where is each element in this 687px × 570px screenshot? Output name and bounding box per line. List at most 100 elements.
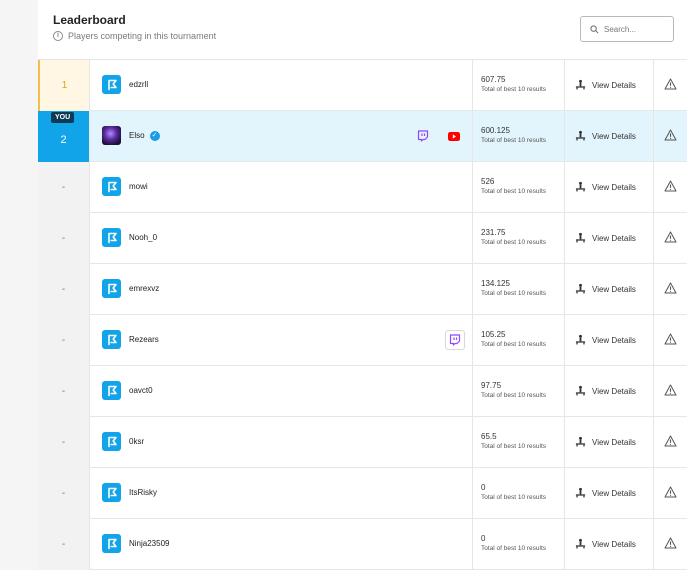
score-cell: 600.125 Total of best 10 results: [472, 111, 565, 162]
report-button[interactable]: [654, 315, 687, 366]
report-button[interactable]: [654, 468, 687, 519]
view-details-button[interactable]: View Details: [565, 468, 654, 519]
score-value: 105.25: [481, 330, 506, 339]
report-button[interactable]: [654, 213, 687, 264]
score-caption: Total of best 10 results: [481, 188, 547, 195]
player-cell[interactable]: Nooh_0: [102, 228, 157, 247]
search-box[interactable]: [580, 16, 674, 42]
rank-cell: -: [38, 162, 90, 213]
score-caption: Total of best 10 results: [481, 290, 547, 297]
twitch-icon[interactable]: [445, 330, 465, 350]
report-button[interactable]: [654, 162, 687, 213]
player-cell[interactable]: Ninja23509: [102, 534, 169, 553]
warning-icon: [664, 281, 677, 299]
player-cell[interactable]: oavct0: [102, 381, 153, 400]
table-row: - Ninja23509 0 Total of best 10 results View…: [38, 519, 687, 570]
view-details-button[interactable]: View Details: [565, 213, 654, 264]
leaderboard-panel: Leaderboard i Players competing in this …: [38, 0, 687, 570]
view-details-button[interactable]: View Details: [565, 111, 654, 162]
player-name[interactable]: edzrll: [129, 80, 148, 89]
app-logo-icon: [102, 75, 121, 94]
rank-cell: 1: [38, 60, 90, 111]
view-details-button[interactable]: View Details: [565, 60, 654, 111]
rank-cell: -: [38, 264, 90, 315]
warning-icon: [664, 332, 677, 350]
view-details-label: View Details: [592, 132, 636, 141]
report-button[interactable]: [654, 519, 687, 570]
score-value: 526: [481, 177, 495, 186]
page-title: Leaderboard: [53, 13, 126, 27]
score-value: 231.75: [481, 228, 506, 237]
view-details-button[interactable]: View Details: [565, 519, 654, 570]
score-cell: 105.25 Total of best 10 results: [472, 315, 565, 366]
warning-icon: [664, 179, 677, 197]
app-logo-icon: [102, 483, 121, 502]
player-cell[interactable]: edzrll: [102, 75, 148, 94]
report-button[interactable]: [654, 417, 687, 468]
view-details-label: View Details: [592, 285, 636, 294]
score-cell: 607.75 Total of best 10 results: [472, 60, 565, 111]
score-cell: 526 Total of best 10 results: [472, 162, 565, 213]
score-cell: 0 Total of best 10 results: [472, 519, 565, 570]
view-details-label: View Details: [592, 336, 636, 345]
rank-cell: -: [38, 366, 90, 417]
warning-icon: [664, 434, 677, 452]
search-input[interactable]: [604, 24, 670, 34]
player-cell[interactable]: 0ksr: [102, 432, 144, 451]
warning-icon: [664, 230, 677, 248]
view-details-button[interactable]: View Details: [565, 366, 654, 417]
app-logo-icon: [102, 432, 121, 451]
podium-icon: [575, 181, 586, 194]
view-details-button[interactable]: View Details: [565, 264, 654, 315]
score-caption: Total of best 10 results: [481, 545, 547, 552]
score-value: 607.75: [481, 75, 506, 84]
report-button[interactable]: [654, 366, 687, 417]
view-details-button[interactable]: View Details: [565, 417, 654, 468]
page-subtitle: i Players competing in this tournament: [53, 31, 216, 41]
app-logo-icon: [102, 330, 121, 349]
warning-icon: [664, 485, 677, 503]
player-name[interactable]: Nooh_0: [129, 233, 157, 242]
table-row: - oavct0 97.75 Total of best 10 results View…: [38, 366, 687, 417]
leaderboard-header: Leaderboard i Players competing in this …: [38, 0, 687, 60]
view-details-button[interactable]: View Details: [565, 315, 654, 366]
player-cell[interactable]: Rezears: [102, 330, 159, 349]
player-cell[interactable]: mowi: [102, 177, 148, 196]
rank-value: -: [61, 335, 66, 346]
you-badge: YOU: [51, 112, 75, 123]
report-button[interactable]: [654, 60, 687, 111]
report-button[interactable]: [654, 264, 687, 315]
player-name[interactable]: ItsRisky: [129, 488, 157, 497]
player-name[interactable]: Elso: [129, 131, 145, 140]
app-logo-icon: [102, 534, 121, 553]
player-name[interactable]: oavct0: [129, 386, 153, 395]
podium-icon: [575, 283, 586, 296]
player-cell[interactable]: ItsRisky: [102, 483, 157, 502]
player-name[interactable]: emrexvz: [129, 284, 159, 293]
view-details-label: View Details: [592, 438, 636, 447]
player-cell[interactable]: Elso ✓: [102, 126, 160, 145]
player-name[interactable]: mowi: [129, 182, 148, 191]
rank-value: -: [61, 182, 66, 193]
score-cell: 0 Total of best 10 results: [472, 468, 565, 519]
rank-cell: -: [38, 315, 90, 366]
score-value: 0: [481, 534, 486, 543]
player-cell[interactable]: emrexvz: [102, 279, 159, 298]
player-name[interactable]: Ninja23509: [129, 539, 169, 548]
app-logo-icon: [102, 228, 121, 247]
rank-value: -: [61, 488, 66, 499]
score-value: 65.5: [481, 432, 497, 441]
view-details-label: View Details: [592, 183, 636, 192]
player-name[interactable]: Rezears: [129, 335, 159, 344]
rank-value: -: [61, 386, 66, 397]
table-row: - ItsRisky 0 Total of best 10 results View D…: [38, 468, 687, 519]
rank-value: -: [61, 233, 66, 244]
twitch-icon[interactable]: [415, 128, 431, 144]
rank-cell: -: [38, 468, 90, 519]
player-name[interactable]: 0ksr: [129, 437, 144, 446]
view-details-button[interactable]: View Details: [565, 162, 654, 213]
info-icon: i: [53, 31, 63, 41]
table-row: - 0ksr 65.5 Total of best 10 results View De…: [38, 417, 687, 468]
report-button[interactable]: [654, 111, 687, 162]
youtube-icon[interactable]: [446, 128, 462, 144]
